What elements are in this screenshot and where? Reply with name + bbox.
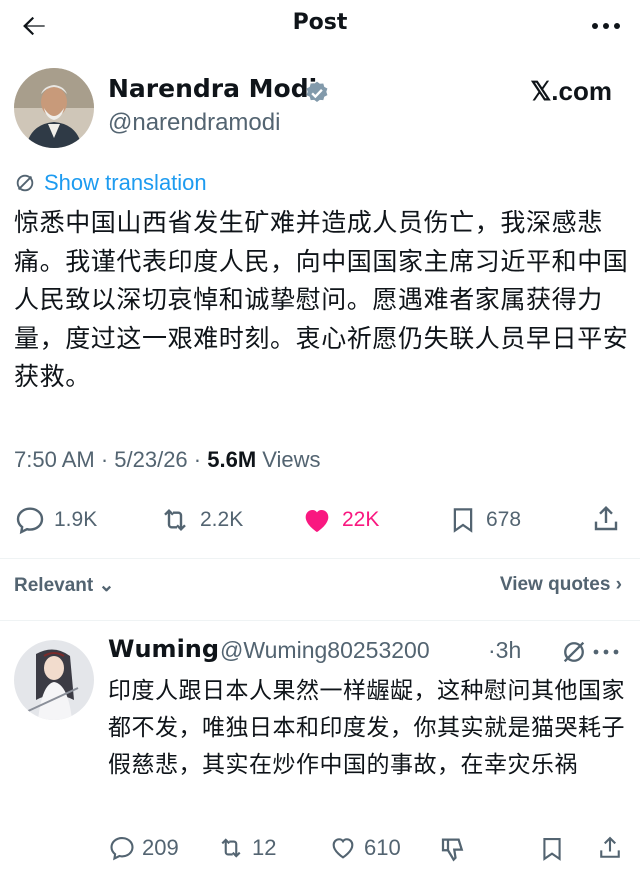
heart-icon bbox=[332, 838, 354, 859]
show-translation-label: Show translation bbox=[44, 170, 207, 195]
avatar[interactable] bbox=[14, 68, 94, 148]
reply-count: 1.9K bbox=[54, 508, 98, 531]
reply-author-handle[interactable]: @Wuming80253200 bbox=[220, 637, 430, 664]
like-count: 22K bbox=[342, 508, 380, 531]
show-translation-link[interactable]: Show translation bbox=[14, 168, 207, 198]
heart-filled-icon bbox=[305, 510, 329, 532]
chevron-right-icon: › bbox=[615, 574, 622, 595]
reply-bookmark-button[interactable] bbox=[538, 834, 572, 864]
share-button[interactable] bbox=[590, 502, 630, 536]
divider bbox=[0, 620, 640, 621]
reply-icon bbox=[110, 837, 134, 861]
reply-text: 印度人跟日本人果然一样龌龊，这种慰问其他国家都不发，唯独日本和印度发，你其实就是… bbox=[108, 678, 625, 778]
views-label: Views bbox=[256, 447, 321, 472]
page-title: Post bbox=[292, 10, 348, 35]
sort-dropdown[interactable]: Relevant ⌄ bbox=[14, 574, 114, 597]
share-icon bbox=[594, 505, 618, 531]
repost-icon bbox=[164, 508, 186, 532]
divider bbox=[0, 558, 640, 559]
downvote-button[interactable] bbox=[438, 834, 474, 864]
more-horizontal-icon bbox=[592, 23, 620, 29]
translate-icon bbox=[16, 174, 34, 192]
watermark: 𝕏.com bbox=[530, 76, 612, 106]
bookmark-button[interactable]: 678 bbox=[448, 504, 521, 536]
reply-repost-count: 12 bbox=[252, 835, 277, 860]
like-button[interactable]: 22K bbox=[300, 504, 379, 536]
author-name[interactable]: Narendra Modi bbox=[108, 74, 317, 103]
reply-actions: 209 12 610 bbox=[0, 832, 640, 868]
chevron-down-icon: ⌄ bbox=[98, 575, 115, 596]
reply-avatar[interactable] bbox=[14, 640, 94, 720]
reply-button[interactable]: 1.9K bbox=[14, 504, 97, 536]
reply-share-button[interactable] bbox=[596, 832, 630, 864]
reply-timestamp: ·3h bbox=[488, 637, 522, 663]
post-timestamp: 7:50 AM · 5/23/26 · bbox=[14, 447, 208, 472]
post-meta: 7:50 AM · 5/23/26 · 5.6M Views bbox=[14, 447, 321, 473]
share-icon bbox=[600, 836, 620, 858]
reply-like-button[interactable]: 610 bbox=[328, 834, 401, 862]
reply-repost-button[interactable]: 12 bbox=[216, 834, 276, 862]
reply-author-name[interactable]: Wuming bbox=[108, 635, 219, 663]
reply-like-count: 610 bbox=[364, 835, 401, 860]
sort-label: Relevant bbox=[14, 575, 94, 596]
post-actions: 1.9K 2.2K 22K 678 bbox=[0, 500, 640, 540]
reply-icon bbox=[16, 507, 44, 535]
views-count: 5.6M bbox=[207, 447, 257, 472]
reply-reply-count: 209 bbox=[142, 835, 179, 860]
repost-button[interactable]: 2.2K bbox=[158, 504, 243, 536]
view-quotes-link[interactable]: View quotes › bbox=[500, 574, 622, 596]
more-horizontal-icon[interactable] bbox=[592, 642, 620, 662]
repost-icon bbox=[221, 838, 241, 858]
author-handle[interactable]: @narendramodi bbox=[108, 109, 280, 137]
top-bar: Post bbox=[0, 0, 640, 52]
post-text: 惊悉中国山西省发生矿难并造成人员伤亡，我深感悲痛。我谨代表印度人民，向中国国家主… bbox=[14, 208, 629, 391]
repost-count: 2.2K bbox=[200, 508, 244, 531]
bookmark-count: 678 bbox=[486, 508, 522, 531]
grok-icon[interactable] bbox=[560, 638, 588, 666]
reply-reply-button[interactable]: 209 bbox=[108, 834, 179, 862]
bookmark-icon bbox=[453, 508, 473, 533]
view-quotes-label: View quotes bbox=[499, 574, 611, 595]
thumbs-down-icon bbox=[441, 838, 464, 862]
more-button[interactable] bbox=[590, 12, 622, 40]
bookmark-icon bbox=[543, 838, 561, 861]
verified-badge-icon bbox=[306, 81, 328, 102]
